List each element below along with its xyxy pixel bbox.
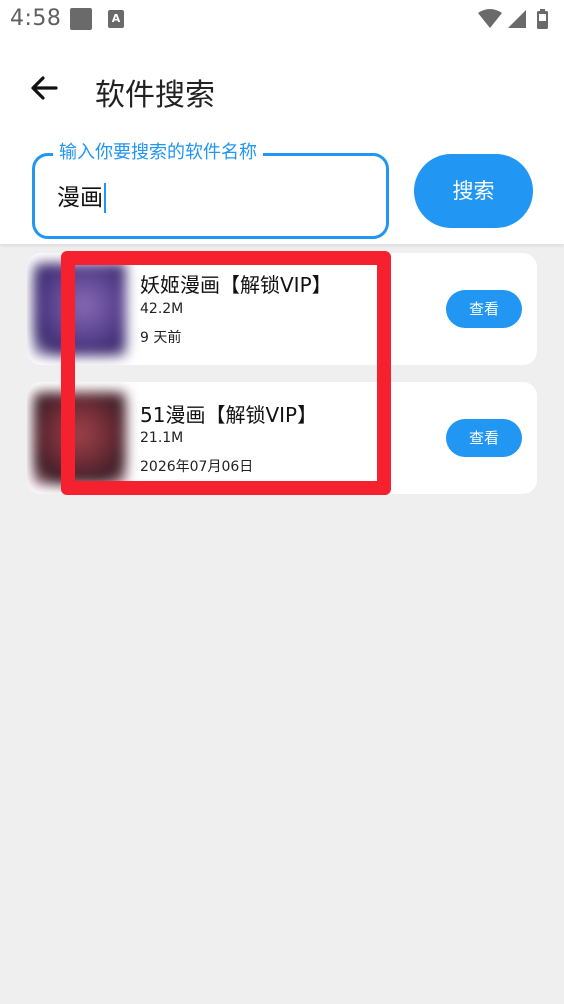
- app-icon: [33, 392, 126, 485]
- a-icon: A: [108, 10, 124, 28]
- app-date: 2026年07月06日: [140, 459, 254, 475]
- search-input[interactable]: 输入你要搜索的软件名称 漫画: [32, 142, 389, 239]
- list-item[interactable]: 妖姬漫画【解锁VIP】 42.2M 9 天前 查看: [27, 253, 537, 365]
- status-time: 4:58: [10, 6, 62, 31]
- status-bar: 4:58 A: [0, 0, 564, 40]
- app-size: 21.1M: [140, 430, 184, 446]
- back-arrow-icon[interactable]: [28, 72, 60, 104]
- view-button[interactable]: 查看: [446, 290, 522, 328]
- signal-icon: [508, 10, 526, 28]
- app-size: 42.2M: [140, 301, 184, 317]
- app-name: 51漫画【解锁VIP】: [140, 403, 318, 427]
- page-title: 软件搜索: [95, 78, 215, 113]
- app-name: 妖姬漫画【解锁VIP】: [140, 273, 332, 297]
- system-status-icons: [478, 9, 548, 29]
- square-icon: [70, 8, 92, 30]
- text-caret: [104, 183, 106, 213]
- search-input-value[interactable]: 漫画: [57, 183, 106, 213]
- app-date: 9 天前: [140, 330, 182, 346]
- search-button[interactable]: 搜索: [414, 154, 533, 228]
- search-input-label: 输入你要搜索的软件名称: [53, 142, 263, 164]
- search-query-text: 漫画: [57, 185, 103, 211]
- list-item[interactable]: 51漫画【解锁VIP】 21.1M 2026年07月06日 查看: [27, 382, 537, 494]
- battery-icon: [537, 9, 548, 29]
- wifi-icon: [478, 9, 502, 28]
- app-icon: [33, 263, 126, 356]
- screen: 4:58 A 软件搜索 输入你要搜索的软件名称 漫画 搜索 妖姬漫画【解锁VIP…: [0, 0, 564, 1004]
- view-button[interactable]: 查看: [446, 419, 522, 457]
